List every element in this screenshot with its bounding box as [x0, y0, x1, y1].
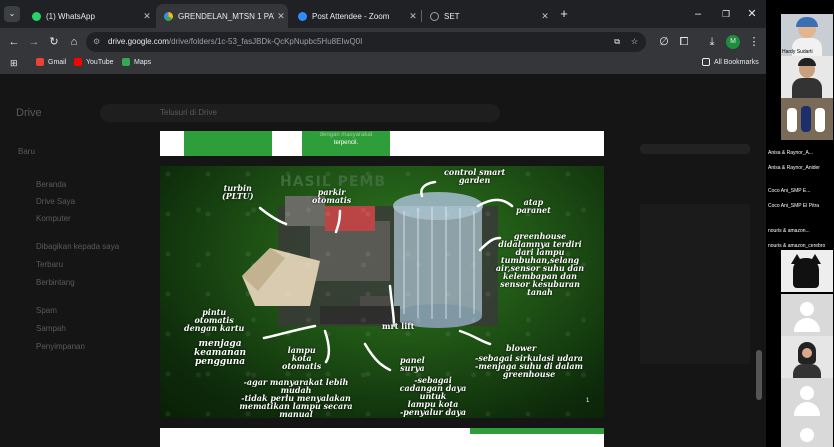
all-bookmarks[interactable]: All Bookmarks — [702, 58, 759, 66]
drive-nav-item: Beranda — [36, 180, 67, 189]
gmail-icon — [36, 58, 44, 66]
bookmark-youtube[interactable]: YouTube — [74, 58, 114, 66]
back-arrow-icon[interactable]: ← — [6, 34, 22, 50]
profile-avatar[interactable]: M — [726, 35, 740, 49]
address-bar[interactable]: ⚙ drive.google.com/drive/folders/1c-53_f… — [86, 32, 646, 52]
install-icon[interactable]: ⧉ — [614, 32, 620, 52]
bookmark-gmail[interactable]: Gmail — [36, 58, 66, 66]
drive-logo: Drive — [16, 107, 42, 119]
menu-icon[interactable]: ⋮ — [746, 34, 762, 50]
browser-toolbar: ← → ↻ ⌂ ⚙ drive.google.com/drive/folders… — [0, 28, 766, 74]
tab-zoom[interactable]: Post Attendee - Zoom ✕ — [290, 4, 420, 28]
slide-page-number: 1 — [586, 398, 590, 404]
drive-new-button: Baru — [18, 147, 35, 156]
label-mrt-lift: mrt lift — [382, 321, 415, 331]
drive-search-input: Telusuri di Drive — [100, 104, 500, 122]
zoom-participants-panel: Hardy Sudarti Anisa & Raynor_A... Anisa … — [766, 0, 834, 447]
site-info-icon[interactable]: ⚙ — [93, 32, 100, 52]
close-icon[interactable]: ✕ — [140, 11, 154, 22]
tab-strip: ⌄ (1) WhatsApp ✕ GRENDELAN_MTSN 1 PATI -… — [0, 0, 766, 28]
participant-tile[interactable] — [781, 420, 833, 447]
tab-set[interactable]: SET ✕ — [422, 4, 552, 28]
puzzle-icon[interactable]: ⧠ — [676, 34, 692, 50]
label-blower: blower — [506, 343, 537, 353]
participant-tile[interactable] — [781, 56, 833, 98]
new-tab-button[interactable]: + — [556, 6, 572, 22]
close-icon[interactable]: ✕ — [274, 11, 288, 22]
label-atap: atap paranet — [516, 197, 551, 215]
whatsapp-icon — [32, 11, 41, 21]
apps-icon[interactable]: ⊞ — [10, 58, 18, 69]
participant-tile[interactable] — [781, 98, 833, 140]
next-slide — [160, 428, 604, 447]
minimize-button[interactable]: – — [690, 6, 706, 22]
label-lampu-desc: -agar manyarakat lebih mudah -tidak perl… — [239, 377, 353, 418]
close-icon[interactable]: ✕ — [406, 11, 420, 22]
label-pintu: pintu otomatis dengan kartu — [184, 307, 245, 333]
drive-nav-item: Penyimpanan — [36, 342, 85, 351]
google-drive-icon — [164, 11, 173, 21]
close-icon[interactable]: ✕ — [538, 11, 552, 22]
drive-nav-item: Komputer — [36, 214, 71, 223]
participant-tile[interactable] — [781, 336, 833, 378]
label-lampu: lampu kota otomatis — [282, 345, 322, 371]
participant-tile[interactable] — [781, 378, 833, 420]
label-greenhouse: greenhouse didalamnya terdiri dari lampu… — [495, 231, 585, 297]
previous-slide: dengan masyarakat terpencil. — [160, 131, 604, 156]
label-menjaga: menjaga keamanan pengguna — [194, 339, 247, 367]
extension-icon[interactable]: ∅ — [656, 34, 672, 50]
label-parkir: parkir otomatis — [312, 187, 352, 205]
scrollbar-thumb[interactable] — [756, 350, 762, 400]
drive-nav-item: Drive Saya — [36, 197, 76, 206]
participant-tile[interactable] — [781, 250, 833, 292]
drive-nav-item: Dibagikan kepada saya — [36, 242, 120, 251]
participant-tile[interactable] — [781, 294, 833, 336]
label-turbin: turbin (PLTU) — [222, 183, 254, 201]
drive-nav-item: Spam — [36, 306, 57, 315]
reload-icon[interactable]: ↻ — [46, 34, 62, 50]
zoom-icon — [298, 11, 307, 21]
youtube-icon — [74, 58, 82, 66]
label-control: control smart garden — [444, 167, 506, 185]
label-blower-desc: -sebagai sirkulasi udara -menjaga suhu d… — [475, 353, 583, 379]
tab-search-button[interactable]: ⌄ — [4, 6, 20, 22]
star-icon[interactable]: ☆ — [631, 32, 638, 52]
tab-drive[interactable]: GRENDELAN_MTSN 1 PATI - Go ✕ — [156, 4, 288, 28]
folder-icon — [702, 58, 710, 66]
restore-button[interactable]: ❐ — [718, 6, 734, 22]
tab-whatsapp[interactable]: (1) WhatsApp ✕ — [24, 4, 154, 28]
home-icon[interactable]: ⌂ — [66, 34, 82, 50]
drive-nav-item: Terbaru — [36, 260, 64, 269]
maps-icon — [122, 58, 130, 66]
label-panel-desc: -sebagai cadangan daya untuk lampu kota … — [399, 375, 467, 417]
download-icon[interactable]: ⤓ — [704, 34, 720, 50]
slide-image: HASIL PEMB turbin (PLTU) parkir otomatis… — [160, 166, 604, 418]
bookmark-maps[interactable]: Maps — [122, 58, 151, 66]
window-close-button[interactable]: ✕ — [744, 6, 760, 22]
globe-icon — [430, 11, 439, 21]
drive-nav-item: Sampah — [36, 324, 66, 333]
drive-nav-item: Berbintang — [36, 278, 75, 287]
label-panel: panel surya — [400, 355, 425, 373]
forward-arrow-icon[interactable]: → — [26, 34, 42, 50]
participant-tile[interactable]: Hardy Sudarti — [781, 14, 833, 56]
